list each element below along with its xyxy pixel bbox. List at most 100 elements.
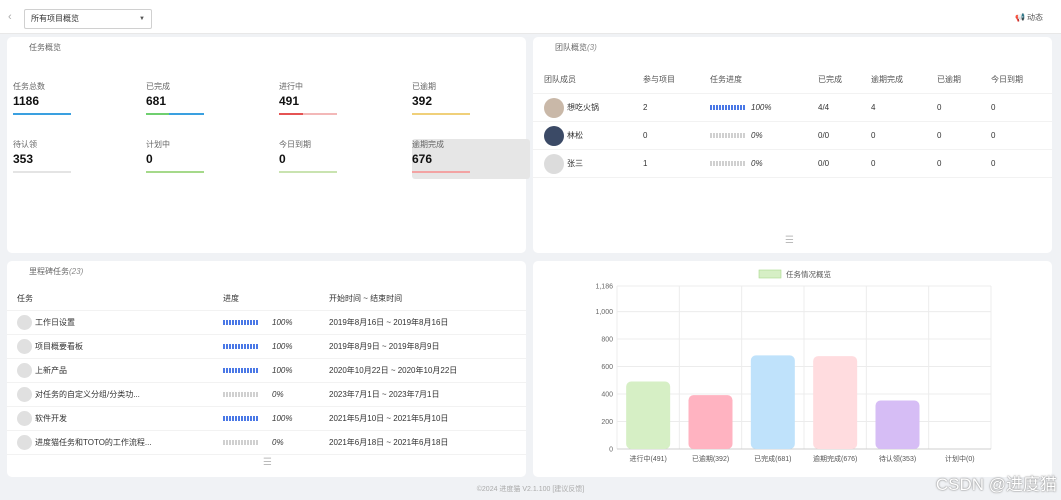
stat-bar-fill (169, 113, 204, 115)
stat-card[interactable]: 逾期完成 676 (412, 139, 530, 179)
y-tick-label: 200 (601, 419, 613, 426)
milestone-task: 工作日设置 (35, 318, 75, 327)
activity-button[interactable]: 📢 动态 (1015, 12, 1043, 23)
progress-percent: 100% (272, 414, 293, 423)
table-row[interactable]: 项目概要看板 100% 2019年8月9日 ~ 2019年8月9日 (7, 335, 526, 359)
stat-bar-fill (412, 171, 470, 173)
table-row[interactable]: 进度猫任务和TOTO的工作流程... 0% 2021年6月18日 ~ 2021年6月… (7, 431, 526, 455)
avatar (17, 387, 32, 402)
milestone-label: 里程碑任务 (29, 267, 69, 276)
stat-bar (13, 171, 71, 173)
avatar (544, 126, 564, 146)
stat-label: 待认领 (13, 140, 37, 149)
member-late-done: 0 (871, 131, 876, 140)
table-row[interactable]: 想吃火锅 2 100% 4/4 4 0 0 (533, 94, 1052, 122)
activity-label: 动态 (1027, 13, 1043, 22)
x-tick-label: 进行中(491) (629, 454, 666, 463)
y-tick-label: 1,186 (595, 284, 613, 291)
stat-value: 392 (412, 94, 433, 108)
milestone-progress: 100% (223, 407, 292, 431)
stat-bar-fill (279, 113, 303, 115)
stat-card[interactable]: 已完成 681 (146, 81, 264, 121)
milestone-card: 里程碑任务(23) 任务 进度 开始时间 ~ 结束时间 工作日设置 100% 2019年8… (7, 261, 526, 477)
expand-icon[interactable]: ☰ (785, 235, 794, 246)
stat-card[interactable]: 待认领 353 (13, 139, 131, 179)
progress-percent: 0% (751, 131, 763, 140)
project-select[interactable]: 所有项目概览 ▼ (24, 9, 152, 29)
stat-value: 1186 (13, 94, 40, 108)
stat-bar-fill (13, 113, 71, 115)
bar (875, 400, 920, 449)
stat-label: 今日到期 (279, 140, 311, 149)
progress-bar (710, 161, 746, 167)
milestone-progress: 0% (223, 431, 284, 455)
stat-bar (412, 113, 470, 115)
stat-bar-fill (279, 171, 337, 173)
progress-percent: 0% (272, 438, 284, 447)
stat-card[interactable]: 今日到期 0 (279, 139, 397, 179)
table-row[interactable]: 对任务的自定义分组/分类功... 0% 2023年7月1日 ~ 2023年7月1日 (7, 383, 526, 407)
stat-bar (279, 113, 337, 115)
milestone-range: 2020年10月22日 ~ 2020年10月22日 (329, 366, 458, 375)
task-overview-card: 任务概览 任务总数 1186 已完成 681 进行中 491 已逾期 392 待认领 353 计划中… (7, 37, 530, 253)
avatar (17, 363, 32, 378)
member-late-done: 0 (871, 159, 876, 168)
table-row[interactable]: 林松 0 0% 0/0 0 0 0 (533, 122, 1052, 150)
footer: ©2024 进度猫 V2.1.100 [建议反馈] (476, 486, 585, 493)
caret-down-icon: ▼ (139, 16, 145, 22)
member-today: 0 (991, 103, 996, 112)
table-header: 团队成员 参与项目 任务进度 已完成 逾期完成 已逾期 今日到期 (533, 66, 1052, 94)
member-progress: 100% (710, 94, 771, 122)
member-done: 0/0 (818, 131, 830, 140)
stat-value: 681 (146, 94, 167, 108)
table-row[interactable]: 上新产品 100% 2020年10月22日 ~ 2020年10月22日 (7, 359, 526, 383)
chart-card: 任务情况概览 0 200 400 600 800 1,000 1,186 进行中(491) 已逾期… (533, 261, 1052, 477)
progress-bar (223, 368, 259, 374)
milestone-table: 任务 进度 开始时间 ~ 结束时间 工作日设置 100% 2019年8月16日 ~ 201… (7, 287, 526, 477)
column-header: 开始时间 ~ 结束时间 (329, 294, 403, 303)
column-header: 进度 (223, 294, 239, 303)
member-name: 想吃火锅 (567, 103, 599, 112)
member-overdue: 0 (937, 159, 942, 168)
table-row[interactable]: 工作日设置 100% 2019年8月16日 ~ 2019年8月16日 (7, 311, 526, 335)
table-row[interactable]: 软件开发 100% 2021年5月10日 ~ 2021年5月10日 (7, 407, 526, 431)
x-tick-label: 已逾期(392) (692, 454, 729, 463)
stat-value: 353 (13, 152, 34, 166)
y-tick-label: 800 (601, 337, 613, 344)
progress-bar (710, 105, 746, 111)
progress-bar (223, 320, 259, 326)
top-bar: ‹ 所有项目概览 ▼ 📢 动态 (0, 0, 1061, 34)
member-late-done: 4 (871, 103, 876, 112)
milestone-task: 项目概要看板 (35, 342, 83, 351)
progress-bar (223, 416, 259, 422)
column-header: 已逾期 (937, 75, 961, 84)
x-tick-label: 已完成(681) (754, 454, 791, 463)
stat-card[interactable]: 任务总数 1186 (13, 81, 131, 121)
y-tick-label: 400 (601, 392, 613, 399)
milestone-title: 里程碑任务(23) (29, 266, 83, 277)
table-row[interactable]: 张三 1 0% 0/0 0 0 0 (533, 150, 1052, 178)
x-tick-label: 计划中(0) (945, 454, 975, 463)
column-header: 参与项目 (643, 75, 675, 84)
stat-bar-fill (146, 171, 204, 173)
expand-icon[interactable]: ☰ (259, 457, 276, 468)
chevron-left-icon[interactable]: ‹ (8, 11, 12, 23)
stat-label: 逾期完成 (412, 140, 444, 149)
progress-percent: 100% (272, 366, 293, 375)
project-select-value: 所有项目概览 (31, 14, 79, 23)
bar (626, 381, 671, 449)
stat-bar (13, 113, 71, 115)
milestone-progress: 0% (223, 383, 284, 407)
stat-card[interactable]: 已逾期 392 (412, 81, 530, 121)
progress-percent: 100% (751, 103, 772, 112)
watermark: CSDN @进度猫 (935, 475, 1057, 494)
member-projects: 2 (643, 103, 648, 112)
milestone-range: 2019年8月16日 ~ 2019年8月16日 (329, 318, 449, 327)
milestone-range: 2023年7月1日 ~ 2023年7月1日 (329, 390, 440, 399)
stat-card[interactable]: 计划中 0 (146, 139, 264, 179)
stat-label: 已逾期 (412, 82, 436, 91)
avatar (17, 339, 32, 354)
milestone-task: 对任务的自定义分组/分类功... (35, 390, 140, 399)
team-table: 团队成员 参与项目 任务进度 已完成 逾期完成 已逾期 今日到期 想吃火锅 2 100% 4/4 4 0… (533, 66, 1052, 178)
stat-card[interactable]: 进行中 491 (279, 81, 397, 121)
